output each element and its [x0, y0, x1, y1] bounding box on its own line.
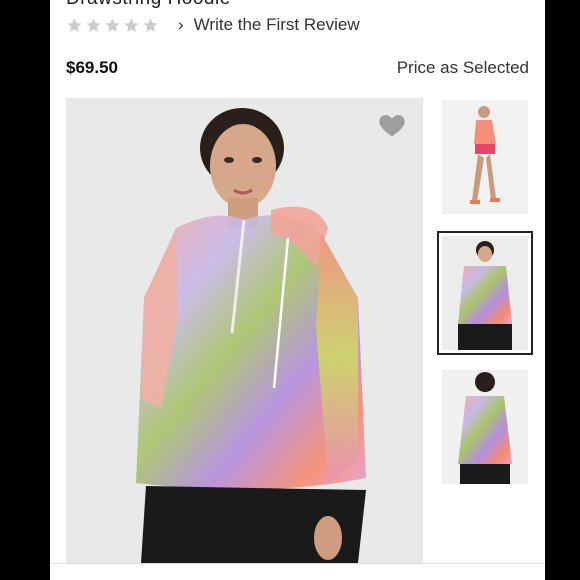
star-icon [86, 18, 101, 32]
model-photo [136, 108, 366, 563]
write-review-link[interactable]: › Write the First Review [178, 15, 360, 35]
main-product-image[interactable] [66, 98, 423, 563]
star-icon [143, 18, 158, 32]
thumbnail-3[interactable] [442, 370, 528, 484]
heart-icon[interactable] [377, 110, 407, 140]
star-icon [124, 18, 139, 32]
thumbnail-2[interactable] [437, 231, 533, 355]
thumbnail-image [442, 370, 528, 484]
price-note: Price as Selected [396, 58, 529, 77]
write-review-label: Write the First Review [193, 15, 360, 34]
product-page: Drawstring Hoodie › Write the First Revi… [50, 0, 545, 580]
thumbnail-image [442, 100, 528, 214]
thumbnail-image [442, 236, 528, 350]
divider [50, 563, 545, 564]
star-icon [67, 18, 82, 32]
chevron-right-icon: › [178, 15, 184, 34]
product-price: $69.50 [66, 58, 118, 77]
star-rating [66, 17, 159, 34]
star-icon [105, 18, 120, 32]
product-title: Drawstring Hoodie [66, 0, 231, 10]
thumbnail-1[interactable] [442, 100, 528, 214]
